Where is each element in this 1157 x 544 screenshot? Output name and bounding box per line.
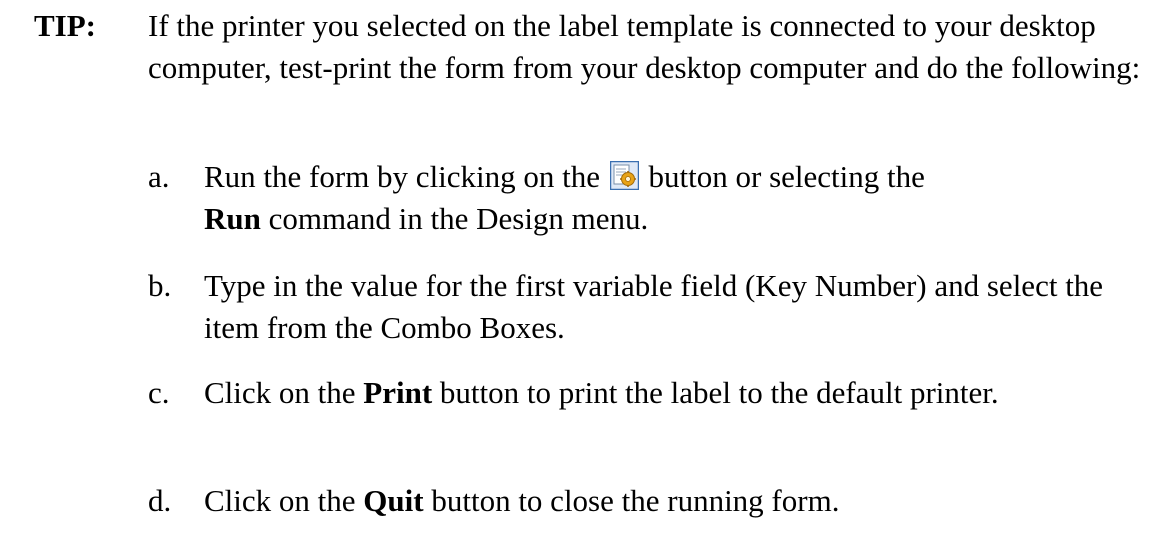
step-d-body: Click on the Quit button to close the ru…: [204, 480, 1144, 522]
step-a-body: Run the form by clicking on the button o…: [204, 156, 1144, 240]
step-b-text: Type in the value for the first variable…: [204, 268, 1104, 345]
step-a-text-before-icon: Run the form by clicking on the: [204, 159, 601, 194]
step-a-text-after-icon: button or selecting the: [648, 159, 925, 194]
step-d-text-after-bold: button to close the running form.: [431, 483, 840, 518]
step-d-bold-quit: Quit: [363, 483, 424, 518]
step-b-letter: b.: [148, 268, 172, 303]
step-c-bold-print: Print: [363, 375, 433, 410]
step-a-letter: a.: [148, 159, 170, 194]
step-c-body: Click on the Print button to print the l…: [204, 372, 1144, 414]
tip-intro-text: If the printer you selected on the label…: [148, 8, 1141, 85]
step-c-text-after-bold: button to print the label to the default…: [439, 375, 999, 410]
step-d-letter: d.: [148, 483, 172, 518]
step-a-text-after-bold: command in the Design menu.: [268, 201, 649, 236]
step-c-text-before-bold: Click on the: [204, 375, 356, 410]
step-d-text-before-bold: Click on the: [204, 483, 356, 518]
run-form-icon: [609, 159, 640, 191]
step-c-letter: c.: [148, 375, 170, 410]
tip-label: TIP:: [34, 8, 96, 43]
step-a-bold-run: Run: [204, 201, 261, 236]
